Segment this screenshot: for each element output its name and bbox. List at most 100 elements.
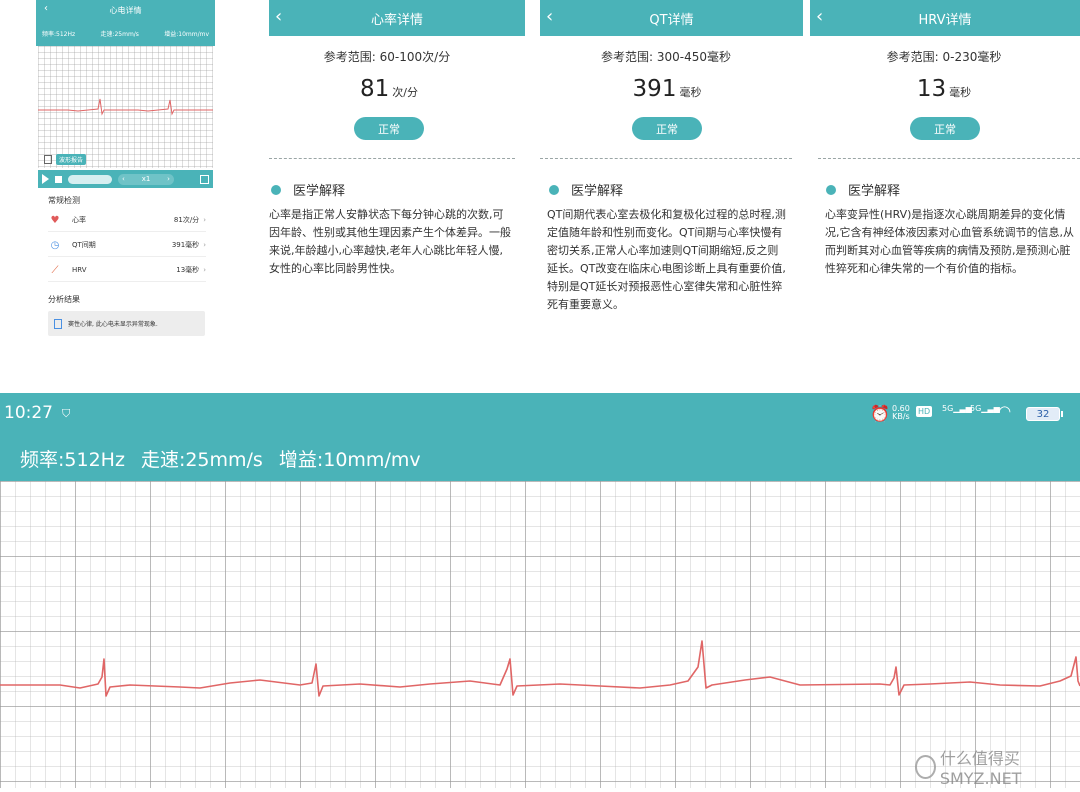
hd-voice-badge: HD	[916, 406, 933, 417]
ecg-detail-thumbnail: 心电详情 ‹ 频率:512Hz 走速:25mm/s 增益:10mm/mv 波形报…	[36, 0, 215, 340]
back-icon[interactable]: ‹	[816, 6, 823, 27]
list-item-value: 391毫秒	[171, 241, 200, 249]
explanation-heading: 医学解释	[271, 180, 345, 199]
chart-icon: ⟋	[51, 264, 59, 276]
back-icon[interactable]: ‹	[44, 3, 48, 14]
hrv-detail-panel: HRV详情 ‹ 参考范围: 0-230毫秒 13 毫秒 正常 医学解释 心率变异性…	[810, 0, 1080, 340]
measured-value: 81 次/分	[269, 76, 509, 102]
reference-range: 参考范围: 300-450毫秒	[601, 50, 731, 64]
divider	[540, 158, 792, 159]
speed-increase-icon[interactable]: ›	[167, 175, 170, 183]
chevron-right-icon: ›	[203, 266, 206, 274]
value-number: 13	[916, 76, 947, 102]
ecg-settings-bar-large: 频率:512Hz 走速:25mm/s 增益:10mm/mv	[0, 435, 1080, 481]
divider	[269, 158, 515, 159]
paper-speed-label: 走速:25mm/s	[140, 448, 263, 471]
signal-sim1-icon: 5G▁▃▅	[942, 404, 972, 413]
chevron-right-icon: ›	[203, 241, 206, 249]
ecg-waveform-trace	[0, 640, 1080, 697]
stop-icon[interactable]	[55, 175, 62, 183]
play-icon[interactable]	[42, 174, 49, 184]
clock-time: 10:27	[4, 403, 53, 423]
measured-value: 13 毫秒	[810, 76, 1078, 102]
analysis-result: 窦性心律, 此心电未显示异常现象.	[48, 311, 205, 336]
page-title: HRV详情	[918, 12, 972, 28]
battery-cap	[1061, 411, 1063, 417]
signal-sim2-icon: 5G▁▃▅	[970, 404, 1000, 413]
list-item-heart-rate[interactable]: ♥ 心率 81次/分 ›	[48, 209, 206, 232]
clipboard-icon	[54, 318, 62, 329]
battery-level: 32	[1036, 408, 1050, 420]
alarm-icon: ⏰	[870, 404, 890, 423]
waveform-report-label: 波形报告	[56, 154, 87, 165]
list-item-qt-interval[interactable]: ◷ QT间期 391毫秒 ›	[48, 234, 206, 257]
ecg-preview-grid	[38, 46, 213, 168]
list-item-hrv[interactable]: ⟋ HRV 13毫秒 ›	[48, 259, 206, 282]
bullet-dot-icon	[826, 184, 836, 195]
page-title: 心率详情	[370, 12, 423, 28]
network-speed: 0.60 KB/s	[892, 405, 910, 421]
list-item-value: 81次/分	[173, 216, 200, 224]
playback-controls: ‹ x1 ›	[38, 170, 213, 188]
status-badge: 正常	[910, 117, 980, 140]
status-badge: 正常	[632, 117, 702, 140]
reference-range: 参考范围: 60-100次/分	[323, 50, 451, 64]
fullscreen-icon[interactable]	[200, 174, 209, 184]
value-number: 391	[632, 76, 677, 102]
bullet-dot-icon	[549, 184, 559, 195]
speed-selector[interactable]: ‹ x1 ›	[118, 173, 174, 185]
speed-value: x1	[141, 175, 151, 183]
value-unit: 毫秒	[679, 86, 702, 99]
clock-icon: ◷	[50, 239, 60, 251]
sample-rate-label: 频率:512Hz	[42, 30, 76, 38]
heart-icon: ♥	[50, 214, 60, 226]
explanation-title: 医学解释	[571, 184, 624, 199]
explanation-text: QT间期代表心室去极化和复极化过程的总时程,测定值随年龄和性别而变化。QT间期与…	[547, 208, 786, 311]
explanation-text: 心率是指正常人安静状态下每分钟心跳的次数,可因年龄、性别或其他生理因素产生个体差…	[269, 208, 511, 275]
measured-value: 391 毫秒	[540, 76, 794, 102]
list-item-label: 心率	[72, 216, 86, 224]
explanation-heading: 医学解释	[826, 180, 900, 199]
chevron-right-icon: ›	[203, 216, 206, 224]
explanation-text: 心率变异性(HRV)是指逐次心跳周期差异的变化情况,它含有神经体液因素对心血管系…	[825, 208, 1074, 275]
list-item-value: 13毫秒	[176, 266, 200, 274]
gain-label: 增益:10mm/mv	[278, 448, 421, 471]
watermark-text: 什么值得买 SMYZ.NET	[939, 749, 1022, 788]
sample-rate-label: 频率:512Hz	[20, 448, 125, 471]
paper-speed-label: 走速:25mm/s	[100, 30, 139, 38]
battery-icon: 32	[1026, 407, 1060, 421]
network-speed-unit: KB/s	[892, 412, 910, 421]
back-icon[interactable]: ‹	[275, 6, 282, 27]
explanation-title: 医学解释	[293, 184, 346, 199]
ecg-detail-header: 心电详情	[36, 0, 215, 20]
qt-header: QT详情	[540, 0, 803, 36]
heart-rate-detail-panel: 心率详情 ‹ 参考范围: 60-100次/分 81 次/分 正常 医学解释 心率是…	[269, 0, 527, 340]
speed-decrease-icon[interactable]: ‹	[122, 175, 125, 183]
status-bar: 10:27 ⛉ ⏰ 0.60 KB/s HD 5G▁▃▅ 5G▁▃▅ ◠ 32	[0, 393, 1080, 435]
hrv-header: HRV详情	[810, 0, 1080, 36]
value-unit: 毫秒	[949, 86, 972, 99]
list-item-label: HRV	[72, 266, 87, 274]
ecg-preview-trace	[38, 98, 213, 116]
reference-range: 参考范围: 0-230毫秒	[886, 50, 1002, 64]
heart-rate-header: 心率详情	[269, 0, 525, 36]
divider	[818, 158, 1080, 159]
bullet-dot-icon	[271, 184, 281, 195]
wifi-icon: ◠	[998, 402, 1012, 420]
qt-detail-panel: QT详情 ‹ 参考范围: 300-450毫秒 391 毫秒 正常 医学解释 QT间…	[540, 0, 803, 340]
ecg-waveform-grid[interactable]	[0, 481, 1080, 788]
sim1-label: 5G	[942, 404, 954, 413]
waveform-report-link[interactable]: 波形报告	[44, 154, 87, 165]
gain-label: 增益:10mm/mv	[164, 30, 209, 38]
analysis-result-text: 窦性心律, 此心电未显示异常现象.	[68, 321, 158, 328]
value-unit: 次/分	[392, 86, 418, 99]
ecg-detail-title: 心电详情	[109, 5, 142, 15]
explanation-heading: 医学解释	[549, 180, 623, 199]
explanation-title: 医学解释	[848, 184, 901, 199]
watermark-logo-icon	[915, 754, 936, 779]
result-section-title: 分析结果	[48, 295, 80, 304]
sim2-label: 5G	[970, 404, 982, 413]
value-number: 81	[360, 76, 390, 102]
playback-progress-bar[interactable]	[68, 174, 112, 184]
back-icon[interactable]: ‹	[546, 6, 553, 27]
